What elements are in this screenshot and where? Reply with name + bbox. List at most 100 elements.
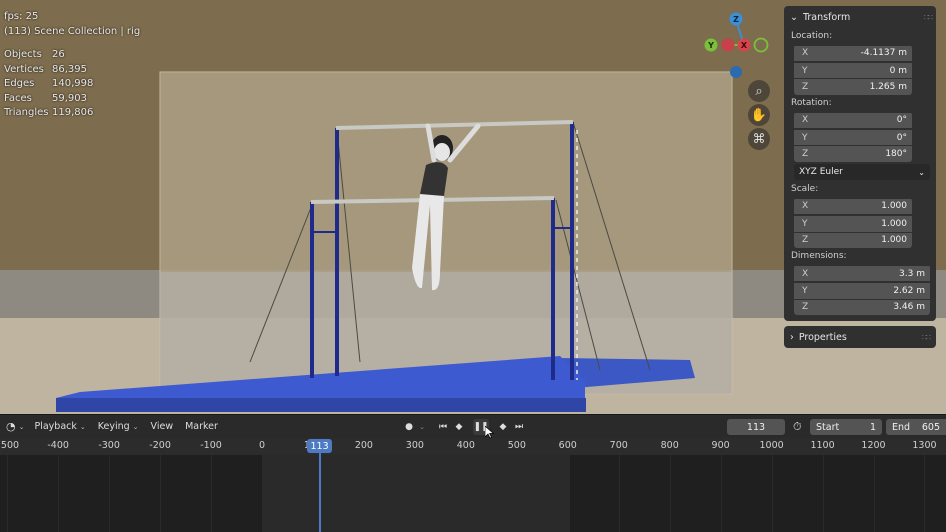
drag-grip-icon[interactable]: ∷∷ xyxy=(924,13,933,22)
location-label: Location: xyxy=(791,31,833,41)
stat-objects: Objects 26 xyxy=(4,49,65,60)
properties-title: Properties xyxy=(798,331,847,343)
location-fields: X -4.1137 m Y0 m Z 1.265 m xyxy=(794,45,912,96)
viewport-stats: fps: 25 (113) Scene Collection | rig Obj… xyxy=(4,10,140,121)
frame-range-area xyxy=(262,455,571,532)
grid-line xyxy=(7,455,9,532)
chevron-down-icon[interactable]: ⌄ xyxy=(417,419,427,435)
grid-line xyxy=(720,455,722,532)
svg-text:Y: Y xyxy=(707,41,714,50)
ruler-tick: 400 xyxy=(456,440,475,451)
clock-icon: ◔ xyxy=(6,420,16,433)
grid-line xyxy=(109,455,111,532)
mouse-cursor-icon xyxy=(485,426,494,439)
collection-label: (113) Scene Collection | rig xyxy=(4,25,141,37)
ruler-tick: 500 xyxy=(507,440,526,451)
ruler-tick: -300 xyxy=(98,440,120,451)
grid-line xyxy=(516,455,518,532)
ruler-tick: 800 xyxy=(660,440,679,451)
svg-text:X: X xyxy=(741,41,748,50)
record-icon[interactable]: ● xyxy=(401,419,417,435)
grid-line xyxy=(414,455,416,532)
ruler-tick: 1100 xyxy=(810,440,835,451)
rotation-mode-select[interactable]: XYZ Euler ⌄ xyxy=(794,164,930,181)
ruler-tick: 1300 xyxy=(912,440,937,451)
ruler-tick: -100 xyxy=(200,440,222,451)
current-frame-field[interactable]: 113 xyxy=(727,419,785,435)
ruler-tick: 1000 xyxy=(759,440,784,451)
playback-menu[interactable]: Playback ⌄ xyxy=(34,421,85,432)
navigation-gizmo[interactable]: Z Y X xyxy=(700,10,774,78)
view-menu[interactable]: View xyxy=(151,421,174,432)
chevron-down-icon: ⌄ xyxy=(790,11,798,23)
dimensions-label: Dimensions: xyxy=(791,251,847,262)
grid-line xyxy=(618,455,620,532)
rotation-y-field[interactable]: Y 0° xyxy=(794,129,912,146)
rotation-fields: X 0° Y 0° Z 180° xyxy=(794,112,912,163)
ruler-tick: 600 xyxy=(558,440,577,451)
fps-readout: fps: 25 xyxy=(4,11,39,22)
grid-line xyxy=(567,455,569,532)
chevron-down-icon: ⌄ xyxy=(132,422,139,431)
scale-x-field[interactable]: X 1.000 xyxy=(794,198,912,215)
grid-line xyxy=(873,455,875,532)
jump-start-icon[interactable]: ⏮ xyxy=(435,419,451,435)
dimensions-z-field[interactable]: Z 3.46 m xyxy=(794,299,930,316)
end-frame-field[interactable]: End 605 xyxy=(886,419,946,435)
stat-faces: Faces 59,903 xyxy=(4,92,87,104)
rotation-label: Rotation: xyxy=(791,98,832,109)
stat-edges: Edges 140,998 xyxy=(4,78,94,89)
transform-panel-header[interactable]: ⌄ Transform ∷∷ xyxy=(790,6,933,28)
scale-fields: X 1.000 Y 1.000 Z 1.000 xyxy=(794,198,912,249)
ruler-tick: -400 xyxy=(47,440,69,451)
dimensions-y-field[interactable]: Y 2.62 m xyxy=(794,282,930,299)
playhead-line[interactable] xyxy=(318,453,321,532)
keying-menu[interactable]: Keying ⌄ xyxy=(98,421,139,432)
grid-line xyxy=(771,455,773,532)
timeline-header: ◔ ⌄ Playback ⌄ Keying ⌄ View Marker ● ⌄ ⏮ … xyxy=(0,414,946,438)
chevron-down-icon: ⌄ xyxy=(79,422,86,431)
3d-viewport[interactable]: fps: 25 (113) Scene Collection | rig Obj… xyxy=(0,0,946,414)
prev-keyframe-icon[interactable]: ◆ xyxy=(451,419,467,435)
frame-ruler[interactable]: 500-400-300-200-100010020030040050060070… xyxy=(0,438,946,455)
properties-panel-header[interactable]: › Properties ∷∷ xyxy=(784,326,936,348)
ruler-tick: 900 xyxy=(711,440,730,451)
stopwatch-icon[interactable]: ⏱ xyxy=(793,420,802,434)
location-z-field[interactable]: Z 1.265 m xyxy=(794,79,912,96)
playback-controls: ● ⌄ ⏮ ◆ ❚❚ ◆ ⏭ xyxy=(401,419,527,435)
location-y-field[interactable]: Y0 m xyxy=(794,62,912,79)
grid-line xyxy=(465,455,467,532)
zoom-icon[interactable]: ⌕ xyxy=(748,80,770,102)
ruler-tick: 0 xyxy=(258,440,266,451)
scale-y-field[interactable]: Y 1.000 xyxy=(794,215,912,232)
start-frame-field[interactable]: Start 1 xyxy=(810,419,882,435)
chevron-right-icon: › xyxy=(790,331,794,343)
grid-line xyxy=(312,455,314,532)
ruler-tick: 300 xyxy=(405,440,424,451)
editor-type-button[interactable]: ◔ ⌄ xyxy=(6,420,24,433)
transform-panel: ⌄ Transform ∷∷ Location: X -4.1137 m Y0 m… xyxy=(784,6,936,322)
rotation-z-field[interactable]: Z 180° xyxy=(794,146,912,163)
grid-line xyxy=(822,455,824,532)
stat-vertices: Vertices 86,395 xyxy=(4,63,87,75)
scale-z-field[interactable]: Z 1.000 xyxy=(794,232,912,249)
ruler-tick: 200 xyxy=(354,440,373,451)
jump-end-icon[interactable]: ⏭ xyxy=(511,419,527,435)
stat-triangles: Triangles 119,806 xyxy=(4,107,94,118)
rotation-x-field[interactable]: X 0° xyxy=(794,112,912,129)
next-keyframe-icon[interactable]: ◆ xyxy=(495,419,511,435)
marker-menu[interactable]: Marker xyxy=(185,421,218,432)
playhead-frame-badge[interactable]: 113 xyxy=(307,439,333,453)
timeline-track[interactable] xyxy=(0,455,946,532)
ruler-tick: 1200 xyxy=(861,440,886,451)
grid-line xyxy=(211,455,213,532)
hand-pan-icon[interactable]: ✋ xyxy=(748,104,770,126)
location-x-field[interactable]: X -4.1137 m xyxy=(794,45,912,62)
drag-grip-icon[interactable]: ∷∷ xyxy=(922,333,931,342)
grid-line xyxy=(160,455,162,532)
grid-line xyxy=(262,455,263,532)
dimensions-x-field[interactable]: X 3.3 m xyxy=(794,265,930,282)
ruler-tick: 500 xyxy=(0,440,20,451)
scale-label: Scale: xyxy=(791,184,819,195)
camera-icon[interactable]: ⌘ xyxy=(748,128,770,150)
